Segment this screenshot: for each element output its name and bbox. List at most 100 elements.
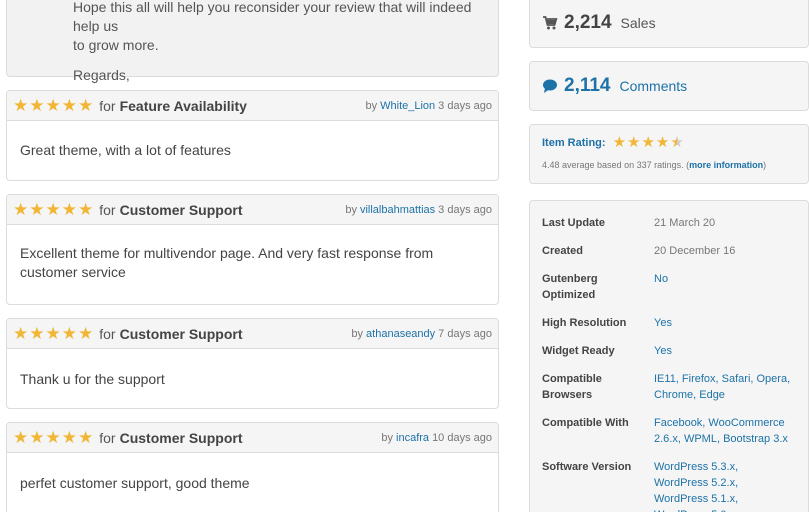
comments-box[interactable]: 2,114 Comments <box>529 61 809 111</box>
speech-bubble-icon <box>543 79 557 93</box>
star-icon: ★ <box>13 428 29 447</box>
comments-link[interactable]: Comments <box>620 78 688 94</box>
review-byline: by villalbahmattias 3 days ago <box>345 204 492 216</box>
reviewer-link[interactable]: athanaseandy <box>366 328 435 340</box>
attr-created: Created 20 December 16 <box>542 243 804 259</box>
star-icon: ★ <box>78 96 94 115</box>
attr-value[interactable]: WordPress 5.3.x, WordPress 5.2.x, WordPr… <box>654 459 764 512</box>
attr-widget-ready: Widget Ready Yes <box>542 343 804 359</box>
star-icon: ★ <box>29 428 45 447</box>
review-byline: by incafra 10 days ago <box>381 432 492 444</box>
review-category: Feature Availability <box>119 97 247 114</box>
star-icon: ★ <box>45 96 61 115</box>
by-label: by <box>365 99 378 112</box>
attr-compatible-with: Compatible With Facebook, WooCommerce 2.… <box>542 415 804 447</box>
attr-software-version: Software Version WordPress 5.3.x, WordPr… <box>542 459 804 512</box>
review-for-label: for <box>99 429 116 446</box>
attr-value[interactable]: IE11, Firefox, Safari, Opera, Chrome, Ed… <box>654 371 804 403</box>
reply-regards: Regards, <box>73 67 130 83</box>
sales-count: 2,214 <box>564 12 612 33</box>
star-icon: ★ <box>61 324 77 343</box>
review-card: ★ ★ ★ ★ ★ for Customer Support by athanaseand… <box>6 318 499 409</box>
attr-key: Last Update <box>542 217 605 229</box>
star-icon: ★ <box>13 96 29 115</box>
reply-line-2: to grow more. <box>73 37 159 53</box>
star-icon: ★ <box>29 200 45 219</box>
star-rating: ★ ★ ★ ★ ★ <box>13 201 93 218</box>
reviewer-link[interactable]: incafra <box>396 432 429 444</box>
review-card: ★ ★ ★ ★ ★ for Customer Support by incafra 10 d… <box>6 422 499 512</box>
cart-icon <box>543 16 558 30</box>
star-icon: ★ <box>655 134 670 151</box>
attr-compatible-browsers: Compatible Browsers IE11, Firefox, Safar… <box>542 371 804 403</box>
review-date: 3 days ago <box>438 99 492 112</box>
by-label: by <box>381 431 394 444</box>
star-icon: ★ <box>612 134 627 151</box>
attr-value: 20 December 16 <box>654 245 736 257</box>
star-icon: ★ <box>78 324 94 343</box>
review-header: ★ ★ ★ ★ ★ for Customer Support by villalbahma… <box>7 195 498 225</box>
review-for-label: for <box>99 97 116 114</box>
attr-key: High Resolution <box>542 317 627 329</box>
star-icon: ★ <box>61 200 77 219</box>
star-rating: ★ ★ ★ ★ ★ <box>13 429 93 446</box>
attr-key: Compatible Browsers <box>542 373 602 401</box>
attr-value[interactable]: No <box>654 271 668 303</box>
star-icon: ★ <box>45 324 61 343</box>
reviewer-link[interactable]: villalbahmattias <box>360 204 435 216</box>
review-date: 10 days ago <box>432 431 492 444</box>
attr-gutenberg: Gutenberg Optimized No <box>542 271 804 303</box>
star-icon: ★ <box>29 96 45 115</box>
review-date: 3 days ago <box>438 203 492 216</box>
review-header: ★ ★ ★ ★ ★ for Customer Support by athanaseand… <box>7 319 498 349</box>
star-icon: ★ <box>13 324 29 343</box>
rating-summary: 4.48 average based on 337 ratings. (more… <box>542 160 796 170</box>
more-information-link[interactable]: more information <box>689 160 763 170</box>
attr-last-update: Last Update 21 March 20 <box>542 215 804 231</box>
star-icon: ★ <box>78 428 94 447</box>
attr-high-resolution: High Resolution Yes <box>542 315 804 331</box>
by-label: by <box>351 327 364 340</box>
sales-label: Sales <box>620 15 656 31</box>
review-header: ★ ★ ★ ★ ★ for Feature Availability by White_L… <box>7 91 498 121</box>
review-text: Thank u for the support <box>20 371 165 387</box>
sales-box: 2,214 Sales <box>529 0 809 48</box>
attr-value[interactable]: Facebook, WooCommerce 2.6.x, WPML, Boots… <box>654 415 804 447</box>
review-text: Great theme, with a lot of features <box>20 142 231 158</box>
attr-key: Created <box>542 245 583 257</box>
by-label: by <box>345 203 357 216</box>
star-rating: ★ ★ ★ ★ ★ <box>13 325 93 342</box>
comments-count[interactable]: 2,114 <box>564 75 611 97</box>
attr-key: Compatible With <box>542 417 629 429</box>
review-for-label: for <box>99 325 116 342</box>
review-byline: by White_Lion 3 days ago <box>366 100 493 112</box>
review-text: perfet customer support, good theme <box>20 475 250 491</box>
attr-key: Gutenberg Optimized <box>542 273 598 301</box>
attr-key: Widget Ready <box>542 345 615 357</box>
item-rating-stars: ★ ★ ★ ★ ★ <box>613 134 684 151</box>
reviewer-link[interactable]: White_Lion <box>380 100 435 112</box>
star-icon: ★ <box>61 428 77 447</box>
item-attributes-box: Last Update 21 March 20 Created 20 Decem… <box>529 200 809 512</box>
rating-summary-text: 4.48 average based on 337 ratings. ( <box>542 160 690 170</box>
attr-value[interactable]: Yes <box>654 315 672 331</box>
star-icon: ★ <box>641 134 655 151</box>
star-rating: ★ ★ ★ ★ ★ <box>13 97 93 114</box>
attr-value: 21 March 20 <box>654 217 716 229</box>
attr-value[interactable]: Yes <box>654 343 672 359</box>
review-header: ★ ★ ★ ★ ★ for Customer Support by incafra 10 d… <box>7 423 498 453</box>
review-card: ★ ★ ★ ★ ★ for Feature Availability by White_L… <box>6 90 499 181</box>
review-category: Customer Support <box>119 325 243 342</box>
review-text: Excellent theme for multivendor page. An… <box>20 245 434 280</box>
reply-line-1: Hope this all will help you reconsider y… <box>73 0 472 34</box>
review-category: Customer Support <box>119 429 243 446</box>
star-icon: ★ <box>45 200 61 219</box>
attr-key: Software Version <box>542 461 632 473</box>
star-icon: ★ <box>627 134 641 151</box>
review-category: Customer Support <box>119 201 243 218</box>
review-date: 7 days ago <box>438 327 492 340</box>
star-icon: ★ <box>61 96 77 115</box>
item-rating-box: Item Rating: ★ ★ ★ ★ ★ 4.48 average based on… <box>529 124 809 184</box>
review-for-label: for <box>99 201 116 218</box>
item-rating-label: Item Rating: <box>542 136 606 149</box>
